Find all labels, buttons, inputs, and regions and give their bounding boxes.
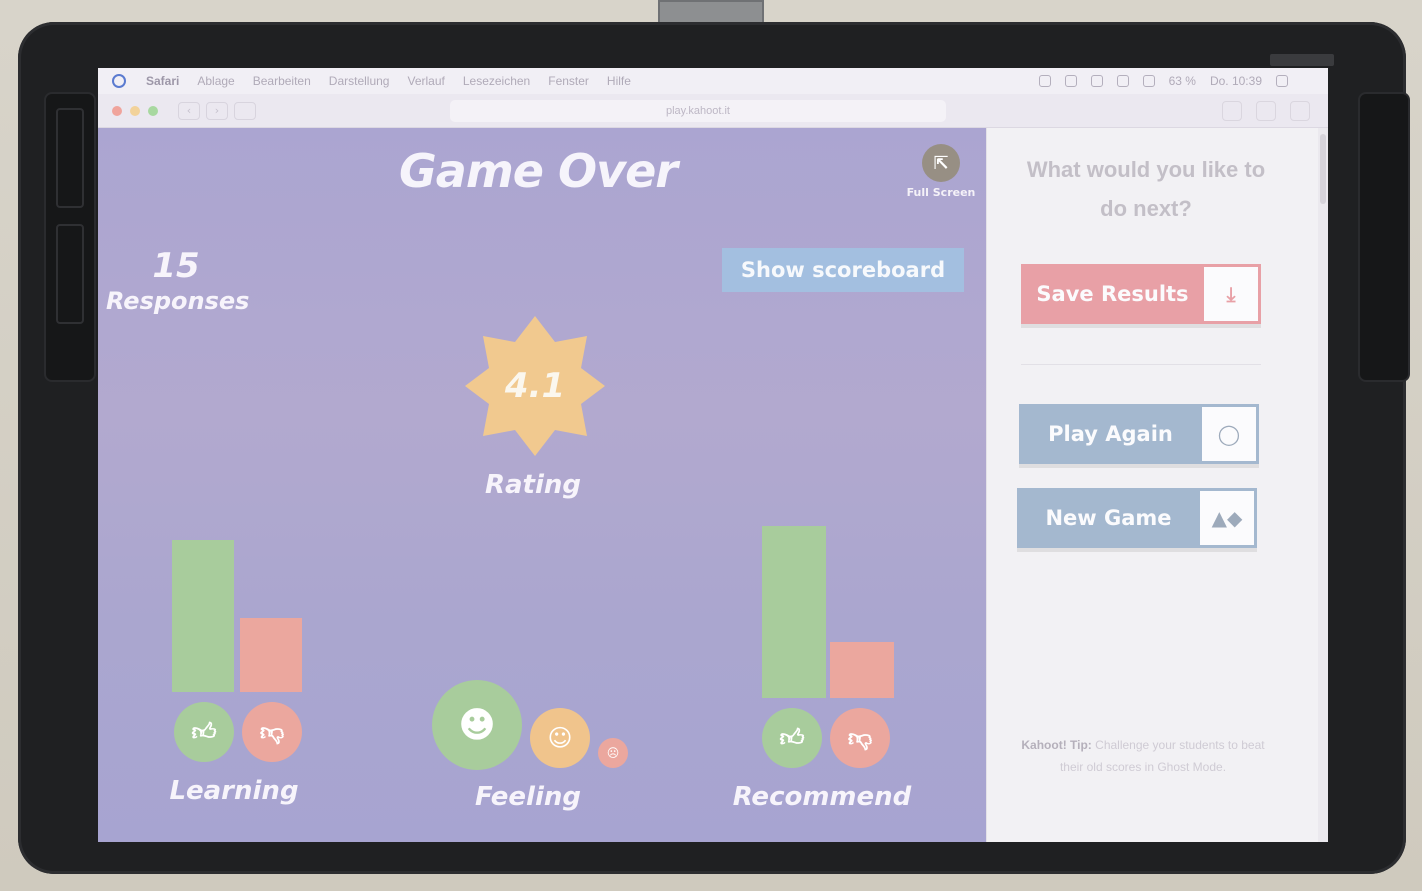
right-speaker [1358,92,1410,382]
download-tray-icon: ⤓ [1204,267,1258,321]
menubar-clock[interactable]: Do. 10:39 [1210,74,1262,88]
info-icon[interactable] [1064,75,1077,87]
neutral-face-icon: ☺ [530,708,590,768]
sidebar-toggle-icon[interactable] [234,102,256,120]
airplay-icon[interactable] [1090,75,1103,87]
rating-label: Rating [484,470,582,500]
wifi-icon[interactable] [1142,75,1155,87]
kahoot-tip: Kahoot! Tip: Challenge your students to … [1011,734,1275,778]
sidebar-scrollbar[interactable] [1318,128,1328,842]
recommend-positive-bar [762,526,826,698]
tabs-icon[interactable] [1290,101,1310,121]
thumbs-down-icon: 👎︎ [830,708,890,768]
apple-icon[interactable] [112,74,126,88]
battery-percent[interactable]: 63 % [1169,74,1196,88]
speaker-slot [56,108,84,208]
bluetooth-icon[interactable] [1116,75,1129,87]
learning-positive-bar [172,540,234,692]
brand-plate-right [1270,54,1334,66]
toolbar-actions [1222,101,1310,121]
new-game-label: New Game [1045,506,1172,530]
responses-counter: 15 Responses [106,246,250,316]
sidebar-question: What would you like to do next? [1026,157,1266,221]
rating-badge: 4.1 [463,314,607,458]
status-area: 63 % Do. 10:39 [1038,74,1288,88]
dropbox-icon[interactable] [1038,75,1051,87]
sidebar-divider [1021,364,1261,365]
menu-safari[interactable]: Safari [146,74,179,88]
game-over-panel: Game Over ⇱ Full Screen 15 Responses Sho… [98,128,986,842]
thumbs-down-icon: 👎︎ [242,702,302,762]
forward-arrow-icon[interactable]: › [206,102,228,120]
share-icon[interactable] [1256,101,1276,121]
rating-value: 4.1 [504,366,566,406]
browser-toolbar: ‹ › play.kahoot.it [98,94,1328,128]
recommend-negative-bar [830,642,894,698]
window-controls [112,106,158,116]
learning-negative-bar [240,618,302,692]
menu-fenster[interactable]: Fenster [548,74,589,88]
menu-bearbeiten[interactable]: Bearbeiten [253,74,311,88]
play-again-button[interactable]: Play Again ◯ [1019,404,1259,464]
minimize-window-button[interactable] [130,106,140,116]
spotlight-icon[interactable] [1276,75,1288,87]
thumbs-up-icon: 👍︎ [762,708,822,768]
learning-label: Learning [169,776,299,806]
menu-lesezeichen[interactable]: Lesezeichen [463,74,530,88]
menu-hilfe[interactable]: Hilfe [607,74,631,88]
show-scoreboard-button[interactable]: Show scoreboard [722,248,964,292]
mac-menubar: Safari Ablage Bearbeiten Darstellung Ver… [98,68,1328,94]
sad-face-icon: ☹ [598,738,628,768]
tip-prefix: Kahoot! Tip: [1021,738,1092,752]
new-game-button[interactable]: New Game ▲◆ [1017,488,1257,548]
display-screen: Safari Ablage Bearbeiten Darstellung Ver… [98,68,1328,842]
left-speaker [44,92,96,382]
fullscreen-button[interactable]: ⇱ Full Screen [906,144,976,199]
shapes-icon: ▲◆ [1200,491,1254,545]
thumbs-up-icon: 👍︎ [174,702,234,762]
fullscreen-label: Full Screen [906,186,976,199]
responses-label: Responses [106,287,250,315]
save-results-button[interactable]: Save Results ⤓ [1021,264,1261,324]
play-again-label: Play Again [1048,422,1173,446]
navigation-buttons: ‹ › [178,102,256,120]
download-icon[interactable] [1222,101,1242,121]
menu-verlauf[interactable]: Verlauf [407,74,444,88]
responses-count: 15 [152,246,200,286]
ghost-icon: ◯ [1202,407,1256,461]
menu-darstellung[interactable]: Darstellung [329,74,390,88]
address-bar[interactable]: play.kahoot.it [450,100,946,122]
save-results-label: Save Results [1036,282,1189,306]
next-steps-sidebar: What would you like to do next? Save Res… [986,128,1328,842]
happy-face-icon: ☻ [432,680,522,770]
expand-icon: ⇱ [922,144,960,182]
speaker-slot [56,224,84,324]
scrollbar-thumb[interactable] [1320,134,1326,204]
menu-ablage[interactable]: Ablage [197,74,234,88]
zoom-window-button[interactable] [148,106,158,116]
close-window-button[interactable] [112,106,122,116]
back-arrow-icon[interactable]: ‹ [178,102,200,120]
feeling-label: Feeling [475,782,581,812]
recommend-label: Recommend [732,782,912,812]
page-title: Game Over [399,144,678,198]
